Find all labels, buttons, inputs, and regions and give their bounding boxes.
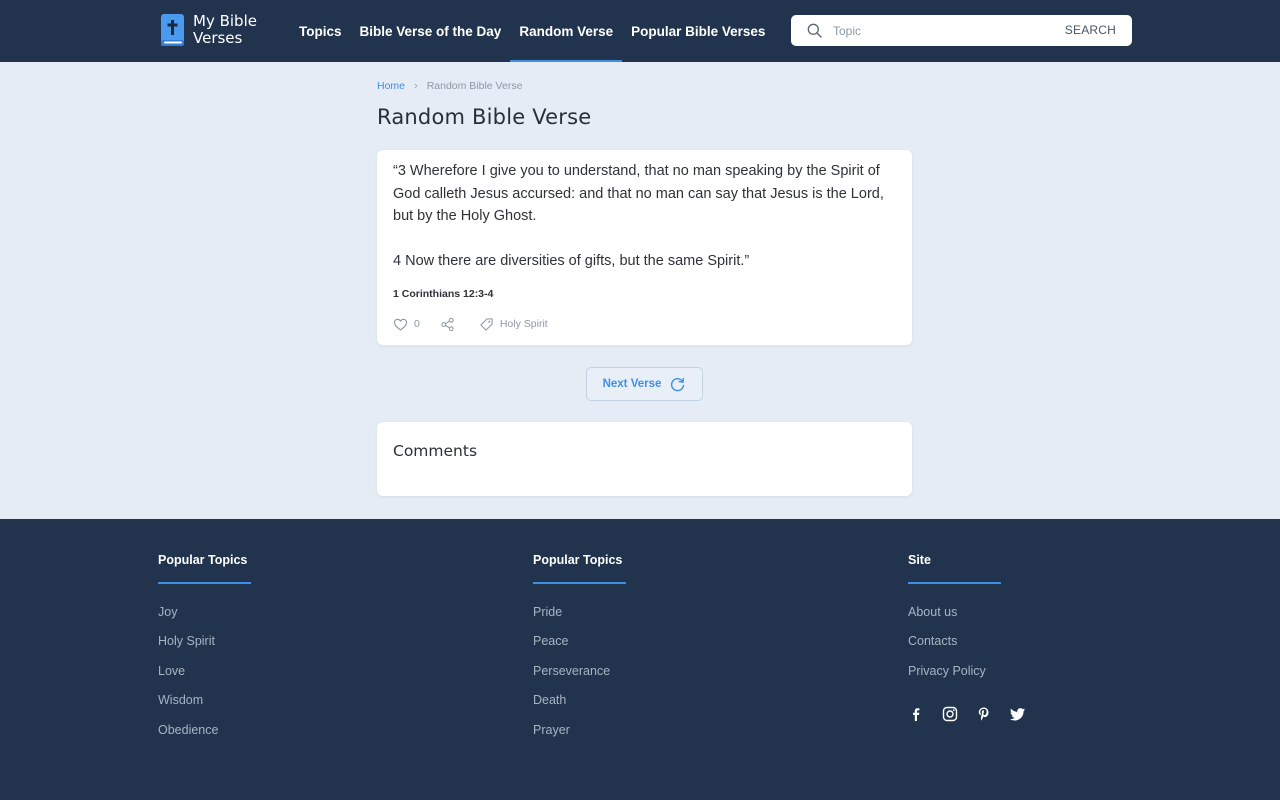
breadcrumb-home[interactable]: Home bbox=[377, 80, 405, 92]
footer-link[interactable]: Peace bbox=[533, 634, 626, 663]
footer-column-popular-topics-1: Popular Topics Joy Holy Spirit Love Wisd… bbox=[158, 553, 251, 752]
breadcrumb-current: Random Bible Verse bbox=[426, 80, 523, 92]
footer-title-underline bbox=[533, 582, 626, 584]
footer-link[interactable]: Privacy Policy bbox=[908, 664, 1001, 693]
search-icon bbox=[807, 23, 822, 38]
tag-label: Holy Spirit bbox=[499, 318, 548, 330]
comments-card: Comments bbox=[377, 422, 912, 496]
footer-link[interactable]: Holy Spirit bbox=[158, 634, 251, 663]
nav-verse-of-the-day[interactable]: Bible Verse of the Day bbox=[351, 0, 511, 62]
verse-reference: 1 Corinthians 12:3-4 bbox=[393, 288, 494, 300]
heart-icon[interactable] bbox=[393, 317, 408, 332]
next-verse-label: Next Verse bbox=[602, 378, 662, 390]
verse-paragraph-1: “3 Wherefore I give you to understand, t… bbox=[393, 163, 884, 224]
footer-column-site: Site About us Contacts Privacy Policy bbox=[908, 553, 1001, 693]
verse-text: “3 Wherefore I give you to understand, t… bbox=[393, 160, 893, 273]
search-bar: SEARCH bbox=[791, 15, 1132, 46]
bible-book-icon bbox=[161, 13, 184, 46]
footer-link[interactable]: Obedience bbox=[158, 723, 251, 752]
page-title: Random Bible Verse bbox=[377, 105, 592, 129]
twitter-icon[interactable] bbox=[1010, 706, 1026, 722]
site-header: My Bible Verses Topics Bible Verse of th… bbox=[0, 0, 1280, 62]
footer-column-popular-topics-2: Popular Topics Pride Peace Perseverance … bbox=[533, 553, 626, 752]
footer-title-underline bbox=[908, 582, 1001, 584]
footer-column-title: Site bbox=[908, 553, 931, 567]
footer-link[interactable]: Death bbox=[533, 693, 626, 722]
tag-holy-spirit[interactable]: Holy Spirit bbox=[479, 317, 548, 332]
pinterest-icon[interactable] bbox=[976, 706, 992, 722]
search-input[interactable] bbox=[833, 19, 1053, 42]
verse-card: “3 Wherefore I give you to understand, t… bbox=[377, 150, 912, 345]
footer-link[interactable]: Pride bbox=[533, 605, 626, 634]
site-logo[interactable]: My Bible Verses bbox=[160, 12, 257, 48]
tag-icon bbox=[480, 317, 493, 331]
logo-line-2: Verses bbox=[193, 29, 243, 47]
footer-link[interactable]: Joy bbox=[158, 605, 251, 634]
main-nav: Topics Bible Verse of the Day Random Ver… bbox=[290, 0, 774, 62]
comments-title: Comments bbox=[393, 442, 478, 460]
instagram-icon[interactable] bbox=[942, 706, 958, 722]
nav-random-verse[interactable]: Random Verse bbox=[510, 0, 622, 62]
logo-line-1: My Bible bbox=[193, 12, 257, 30]
footer-link[interactable]: About us bbox=[908, 605, 1001, 634]
nav-popular-verses[interactable]: Popular Bible Verses bbox=[622, 0, 774, 62]
breadcrumb: Home › Random Bible Verse bbox=[377, 80, 522, 92]
footer-title-underline bbox=[158, 582, 251, 584]
footer-link[interactable]: Perseverance bbox=[533, 664, 626, 693]
footer-link[interactable]: Prayer bbox=[533, 723, 626, 752]
nav-topics[interactable]: Topics bbox=[290, 0, 351, 62]
search-button[interactable]: SEARCH bbox=[1065, 23, 1116, 37]
next-verse-button[interactable]: Next Verse bbox=[586, 367, 703, 401]
footer-column-title: Popular Topics bbox=[158, 553, 248, 567]
footer-column-title: Popular Topics bbox=[533, 553, 623, 567]
breadcrumb-separator: › bbox=[414, 80, 418, 92]
share-icon[interactable] bbox=[440, 317, 455, 332]
like-count: 0 bbox=[414, 318, 420, 330]
site-footer: Popular Topics Joy Holy Spirit Love Wisd… bbox=[0, 519, 1280, 800]
verse-paragraph-2: 4 Now there are diversities of gifts, bu… bbox=[393, 253, 750, 269]
footer-link[interactable]: Love bbox=[158, 664, 251, 693]
footer-link[interactable]: Contacts bbox=[908, 634, 1001, 663]
social-links bbox=[908, 706, 1044, 722]
logo-text: My Bible Verses bbox=[193, 13, 257, 47]
facebook-icon[interactable] bbox=[908, 706, 924, 722]
footer-link[interactable]: Wisdom bbox=[158, 693, 251, 722]
verse-actions: 0 Holy Spirit bbox=[393, 316, 548, 332]
refresh-icon bbox=[671, 377, 685, 391]
